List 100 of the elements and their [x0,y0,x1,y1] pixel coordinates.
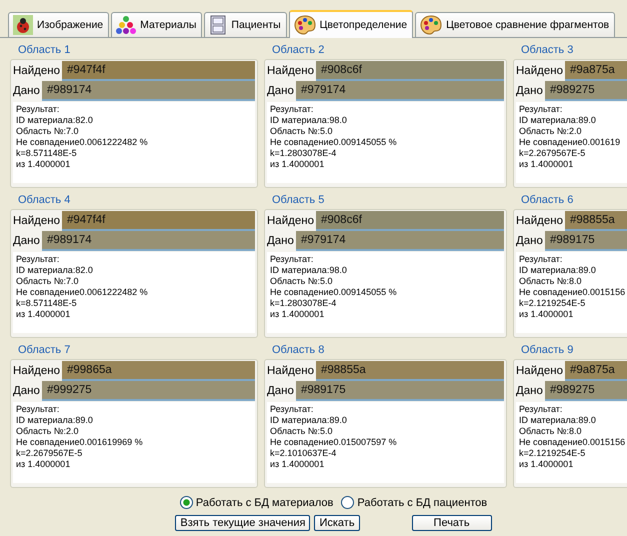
result-line: ID материала:89.0 [270,415,348,426]
area-title: Область 9 [520,344,574,358]
result-line: k=2.1010637E-4 [270,448,338,459]
result-line: Не совпадение0.0061222482 % [16,287,149,298]
found-color-bar: #908c6f [316,61,504,81]
tab[interactable]: Изображение [8,12,110,37]
cabinet-icon [209,15,228,35]
tab[interactable]: Цветовое сравнение фрагментов [415,12,616,37]
result-line: Не совпадение0.001619 [519,137,622,148]
ladybug-icon [13,15,33,35]
database-radio[interactable]: Работать с БД пациентов [341,496,488,509]
found-label: Найдено [515,365,564,377]
result-line: ID материала:89.0 [16,415,94,426]
given-label: Дано [515,235,544,247]
result-line: k=2.2679567E-5 [519,148,586,159]
result-line: Не совпадение0.015007597 % [270,437,398,448]
result-line: Область №:8.0 [519,426,582,437]
result-line: Область №:2.0 [16,426,80,437]
given-label: Дано [515,85,544,97]
given-label: Дано [266,385,295,397]
given-color-bar: #989174 [42,231,255,251]
result-line: из 1.4000001 [270,459,326,470]
result-line: k=2.2679567E-5 [16,448,84,459]
result-line: из 1.4000001 [270,159,326,170]
given-label: Дано [12,385,41,397]
result-line: ID материала:98.0 [270,115,348,126]
result-line: Область №:8.0 [519,276,582,287]
tab[interactable]: Цветопределение [288,10,414,38]
result-line: k=1.2803078E-4 [270,298,338,309]
result-line: из 1.4000001 [16,159,72,170]
result-line: из 1.4000001 [270,309,326,320]
given-color-bar: #999275 [42,381,255,401]
result-line: ID материала:82.0 [16,265,94,276]
area-title: Область 7 [17,344,72,358]
result-line: Область №:5.0 [270,276,334,287]
given-color-bar: #989275 [544,381,627,401]
result-line: k=2.1219254E-5 [519,448,586,459]
result-line: ID материала:89.0 [519,115,597,126]
given-color-bar: #989174 [42,81,255,101]
result-line: k=8.571148E-5 [16,148,78,159]
given-label: Дано [266,235,295,247]
result-line: Область №:2.0 [519,126,582,137]
result-line: Результат: [16,254,60,265]
result-line: Область №:7.0 [16,276,80,287]
result-line: k=2.1219254E-5 [519,298,586,309]
result-line: Результат: [16,404,60,415]
database-radio[interactable]: Работать с БД материалов [180,496,334,509]
tab[interactable]: Материалы [111,12,202,37]
result-line: Результат: [519,104,564,115]
result-line: Область №:5.0 [270,126,334,137]
found-color-bar: #908c6f [316,211,504,231]
result-line: Результат: [270,404,314,415]
given-label: Дано [12,235,41,247]
found-label: Найдено [12,65,61,77]
result-line: Не совпадение0.009145055 % [270,137,398,148]
result-line: ID материала:82.0 [16,115,94,126]
given-label: Дано [266,85,295,97]
result-line: Результат: [16,104,60,115]
result-line: Результат: [519,254,564,265]
found-label: Найдено [515,215,564,227]
palette-icon [420,15,442,35]
tab[interactable]: Пациенты [204,12,287,37]
area-title: Область 2 [271,44,326,58]
result-line: Не совпадение0.001619969 % [16,437,144,448]
given-color-bar: #989275 [544,81,627,101]
found-color-bar: #98855a [564,211,627,231]
found-color-bar: #9a875a [564,361,627,381]
area-title: Область 3 [520,44,574,58]
result-line: из 1.4000001 [16,459,72,470]
action-button[interactable]: Искать [314,515,360,531]
action-button[interactable]: Взять текущие значения [175,515,310,531]
result-line: из 1.4000001 [519,309,574,320]
result-line: Результат: [270,254,314,265]
action-button[interactable]: Печать [412,515,492,531]
given-color-bar: #979174 [296,231,504,251]
given-label: Дано [12,85,41,97]
found-color-bar: #9a875a [564,61,627,81]
result-line: Не совпадение0.0061222482 % [16,137,149,148]
area-title: Область 1 [17,44,72,58]
area-title: Область 8 [271,344,326,358]
found-color-bar: #98855a [316,361,504,381]
result-line: ID материала:89.0 [519,265,597,276]
given-color-bar: #989175 [544,231,627,251]
result-line: Результат: [519,404,564,415]
result-line: ID материала:89.0 [519,415,597,426]
found-label: Найдено [515,65,564,77]
result-line: из 1.4000001 [519,159,574,170]
given-color-bar: #989175 [296,381,504,401]
result-line: Область №:7.0 [16,126,80,137]
given-color-bar: #979174 [296,81,504,101]
area-title: Область 5 [271,194,326,208]
result-line: ID материала:98.0 [270,265,348,276]
given-label: Дано [515,385,544,397]
found-color-bar: #947f4f [62,211,255,231]
result-line: из 1.4000001 [16,309,72,320]
found-label: Найдено [12,365,61,377]
found-color-bar: #99865a [62,361,255,381]
area-title: Область 6 [520,194,574,208]
result-line: Не совпадение0.0015156 [519,437,626,448]
found-label: Найдено [12,215,61,227]
